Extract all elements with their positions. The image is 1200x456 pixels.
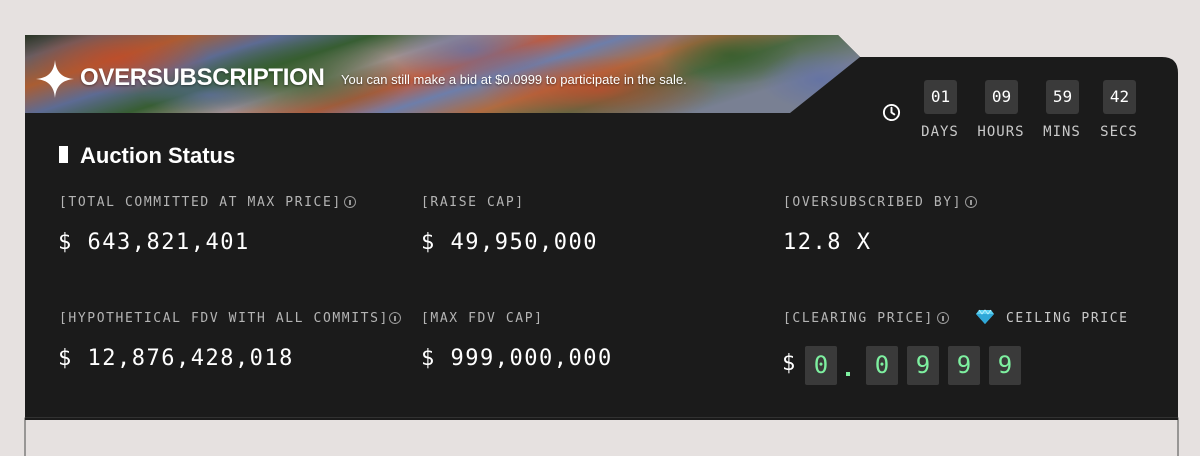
oversubscribed-by-label: [OVERSUBSCRIBED BY] bbox=[783, 195, 963, 210]
info-icon[interactable] bbox=[937, 312, 949, 324]
max-fdv-cap-value: $ 999,000,000 bbox=[421, 346, 613, 371]
hypothetical-fdv-label: [HYPOTHETICAL FDV WITH ALL COMMITS] bbox=[59, 311, 389, 326]
info-icon[interactable] bbox=[389, 312, 401, 324]
section-marker bbox=[59, 146, 68, 163]
auction-status-widget: OVERSUBSCRIPTION You can still make a bi… bbox=[0, 0, 1200, 456]
countdown-mins-label: MINS bbox=[1043, 124, 1081, 140]
clearing-price-digit: 9 bbox=[948, 346, 980, 385]
section-title: Auction Status bbox=[80, 143, 236, 168]
info-icon[interactable] bbox=[344, 196, 356, 208]
banner-title: OVERSUBSCRIPTION bbox=[80, 64, 325, 91]
max-fdv-cap-label: [MAX FDV CAP] bbox=[421, 311, 544, 326]
hypothetical-fdv-value: $ 12,876,428,018 bbox=[58, 346, 294, 371]
countdown-secs-value: 42 bbox=[1103, 80, 1136, 114]
total-committed-label: [TOTAL COMMITTED AT MAX PRICE] bbox=[59, 195, 342, 210]
clock-icon bbox=[882, 103, 901, 122]
oversubscribed-by-value: 12.8 X bbox=[783, 230, 872, 255]
countdown-hours-value: 09 bbox=[985, 80, 1018, 114]
banner-subtitle: You can still make a bid at $0.0999 to p… bbox=[341, 72, 687, 87]
sparkle-star-icon bbox=[36, 60, 74, 98]
clearing-price-digit: 0 bbox=[866, 346, 898, 385]
clearing-price-currency: $ bbox=[782, 351, 796, 376]
info-icon[interactable] bbox=[965, 196, 977, 208]
clearing-price-digit: 0 bbox=[805, 346, 837, 385]
countdown-hours-label: HOURS bbox=[977, 124, 1025, 140]
countdown-days-label: DAYS bbox=[921, 124, 959, 140]
raise-cap-value: $ 49,950,000 bbox=[421, 230, 598, 255]
total-committed-value: $ 643,821,401 bbox=[58, 230, 250, 255]
countdown-days-value: 01 bbox=[924, 80, 957, 114]
clearing-price-digit: 9 bbox=[907, 346, 939, 385]
raise-cap-label: [RAISE CAP] bbox=[421, 195, 525, 210]
diamond-icon bbox=[976, 309, 994, 324]
clearing-price-decimal-point bbox=[846, 372, 850, 376]
countdown-secs-label: SECS bbox=[1100, 124, 1138, 140]
ceiling-price-label: CEILING PRICE bbox=[1006, 311, 1129, 326]
countdown-mins-value: 59 bbox=[1046, 80, 1079, 114]
clearing-price-label: [CLEARING PRICE] bbox=[783, 311, 934, 326]
clearing-price-digit: 9 bbox=[989, 346, 1021, 385]
